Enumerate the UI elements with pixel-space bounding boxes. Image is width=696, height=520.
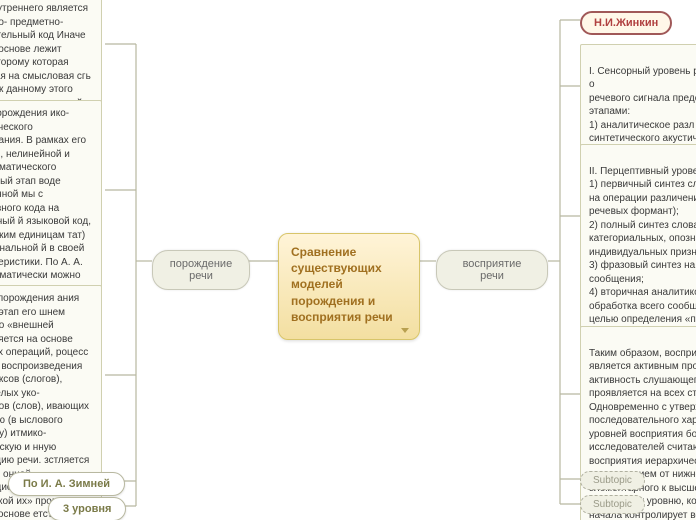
tag-levels-label: 3 уровня xyxy=(63,503,111,515)
central-topic-label: Сравнение существующих моделей порождени… xyxy=(291,245,393,324)
subtopic-1-label: Subtopic xyxy=(593,475,632,486)
subtopic-1[interactable]: Subtopic xyxy=(580,471,645,490)
central-topic[interactable]: Сравнение существующих моделей порождени… xyxy=(278,233,420,340)
branch-left-label: порождение речи xyxy=(170,258,232,282)
right-note-3[interactable]: Таким образом, восприяти является активн… xyxy=(580,326,696,520)
author-badge-label: Н.И.Жинкин xyxy=(594,17,658,29)
branch-left[interactable]: порождение речи xyxy=(152,250,250,290)
branch-right-label: восприятие речи xyxy=(463,258,522,282)
subtopic-2[interactable]: Subtopic xyxy=(580,495,645,514)
subtopic-2-label: Subtopic xyxy=(593,499,632,510)
tag-levels[interactable]: 3 уровня xyxy=(48,497,126,520)
tag-author-label: По И. А. Зимней xyxy=(23,478,110,490)
author-badge[interactable]: Н.И.Жинкин xyxy=(580,11,672,35)
mindmap-canvas: Сравнение существующих моделей порождени… xyxy=(0,0,696,520)
tag-author[interactable]: По И. А. Зимней xyxy=(8,472,125,496)
branch-right[interactable]: восприятие речи xyxy=(436,250,548,290)
